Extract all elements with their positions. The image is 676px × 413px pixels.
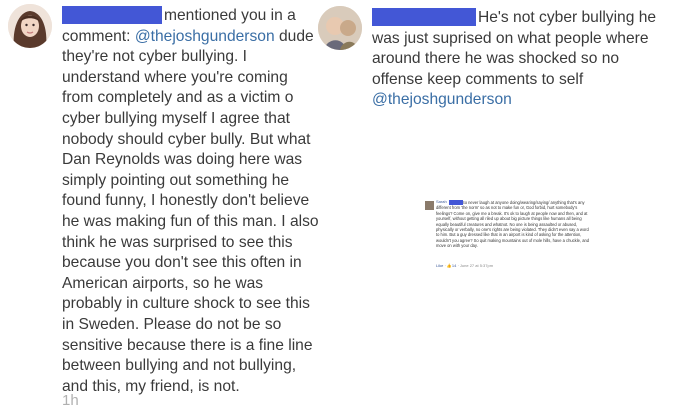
reply-mention-link[interactable]: @thejoshgunderson xyxy=(372,91,512,108)
notification-comment-text: mentioned you in a comment: @thejoshgund… xyxy=(62,6,322,397)
embedded-date: June 27 at 5:37pm xyxy=(459,263,494,268)
timestamp: 1h xyxy=(62,392,79,409)
embedded-footer: Like · 👍14 · June 27 at 5:37pm xyxy=(436,263,494,268)
embedded-commenter-name: Sarah xyxy=(436,199,447,204)
reply-comment-text: He's not cyber bullying he was just supr… xyxy=(372,8,672,111)
reply-body: He's not cyber bullying he was just supr… xyxy=(372,9,657,88)
embedded-like-link: Like xyxy=(436,263,444,268)
embedded-comment-text: So never laugh at anyone doing/wearing/s… xyxy=(436,200,590,249)
commenter-avatar[interactable] xyxy=(8,4,52,48)
embedded-redacted-name xyxy=(449,200,463,205)
embedded-avatar xyxy=(425,201,434,210)
embedded-comment-screenshot: So never laugh at anyone doing/wearing/s… xyxy=(422,197,592,271)
embedded-like-count: 14 xyxy=(451,263,457,268)
mention-link[interactable]: @thejoshgunderson xyxy=(135,28,275,45)
commenter-avatar-right[interactable] xyxy=(318,6,362,50)
comment-body: dude they're not cyber bullying. I under… xyxy=(62,27,319,395)
